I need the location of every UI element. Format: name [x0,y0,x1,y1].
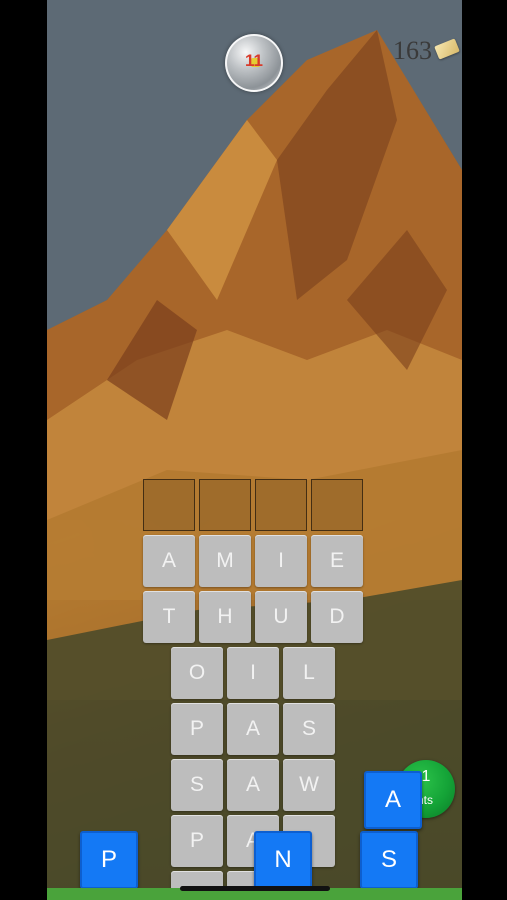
level-bubble[interactable]: 11 [225,34,283,92]
answer-slot[interactable] [143,479,195,531]
falling-tile-p[interactable]: P [80,831,138,889]
letter-tile[interactable]: L [283,647,335,699]
falling-tile-n[interactable]: N [254,831,312,889]
coin-count: 163 [393,36,432,65]
letter-tile[interactable]: A [227,703,279,755]
letter-tile[interactable]: S [283,703,335,755]
letter-tile[interactable]: O [171,647,223,699]
letter-tile[interactable]: P [171,815,223,867]
home-indicator[interactable] [180,886,330,891]
falling-tile-a[interactable]: A [364,771,422,829]
level-number: 11 [245,51,263,70]
falling-tile-s[interactable]: S [360,831,418,889]
letter-tile[interactable]: A [227,759,279,811]
letter-tile[interactable]: W [283,759,335,811]
answer-slot[interactable] [199,479,251,531]
letter-tile[interactable]: P [171,703,223,755]
letter-tile[interactable]: A [143,535,195,587]
letter-tile[interactable]: D [311,591,363,643]
answer-slot[interactable] [255,479,307,531]
letter-tile[interactable]: H [199,591,251,643]
letter-tile[interactable]: M [199,535,251,587]
answer-slot[interactable] [311,479,363,531]
letter-tile[interactable]: T [143,591,195,643]
letter-tile[interactable]: I [227,647,279,699]
letter-tile[interactable]: I [255,535,307,587]
letter-tile[interactable]: U [255,591,307,643]
game-screen: 11 163 A M I E T H U D O I L P A S S A W… [47,0,462,900]
letter-tile[interactable]: E [311,535,363,587]
letter-tile[interactable]: S [171,759,223,811]
